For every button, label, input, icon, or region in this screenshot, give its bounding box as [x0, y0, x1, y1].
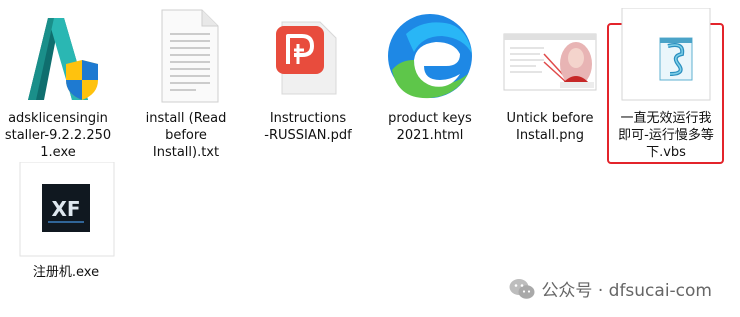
file-label: adsklicensingin staller-9.2.2.250 1.exe: [4, 111, 112, 160]
vbs-script-icon: [621, 8, 711, 101]
svg-text:XF: XF: [51, 197, 80, 221]
file-label: install (Read before Install).txt: [145, 111, 227, 160]
file-label: 注册机.exe: [32, 265, 100, 280]
watermark-text: 公众号 · dfsucai-com: [541, 281, 712, 301]
xf-keygen-icon: XF: [19, 162, 115, 257]
file-label: 一直无效运行我 即可-运行慢多等 下.vbs: [618, 111, 714, 160]
file-label: Untick before Install.png: [506, 111, 594, 143]
watermark: 公众号 · dfsucai-com: [509, 276, 712, 301]
edge-html-icon: [388, 14, 472, 99]
file-label: Instructions -RUSSIAN.pdf: [264, 111, 352, 143]
pdf-icon: [276, 21, 337, 95]
png-thumbnail-icon: [503, 33, 597, 91]
autodesk-installer-icon: [28, 18, 98, 100]
text-file-icon: [161, 9, 219, 103]
wechat-icon: [509, 278, 535, 299]
file-label: product keys 2021.html: [388, 111, 472, 143]
